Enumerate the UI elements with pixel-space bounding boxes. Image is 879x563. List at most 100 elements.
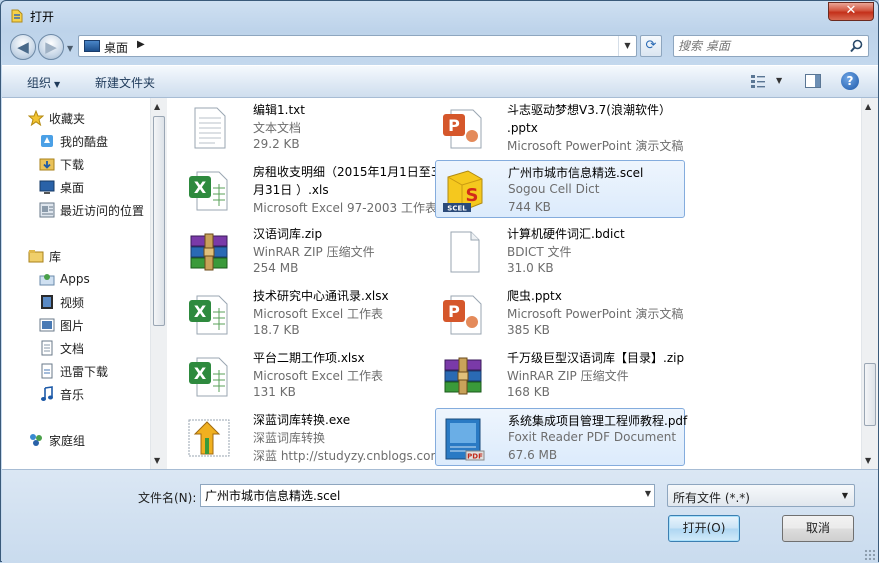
nav-item-apps[interactable]: Apps [39, 269, 90, 289]
filetype-select[interactable]: 所有文件 (*.*) ▼ [667, 484, 855, 507]
nav-scrollbar[interactable]: ▲ ▼ [150, 98, 167, 469]
navigation-pane: 收藏夹 我的酷盘 下载 桌面 最近访问的位置 库 Apps 视频 图片 文档 迅… [2, 98, 167, 469]
nav-item-label: 文档 [60, 341, 85, 356]
file-item[interactable]: 千万级巨型汉语词库【目录】.zip WinRAR ZIP 压缩文件 168 KB [435, 346, 685, 404]
nav-libraries-label: 库 [49, 249, 62, 264]
scroll-down-icon[interactable]: ▼ [154, 456, 160, 465]
file-name-continued: 月31日 ）.xls [253, 183, 329, 197]
file-type: BDICT 文件 [507, 245, 572, 259]
file-item[interactable]: X 房租收支明细（2015年1月1日至3 月31日 ）.xls Microsof… [181, 160, 438, 218]
nav-item-documents[interactable]: 文档 [39, 338, 84, 358]
nav-item-pictures[interactable]: 图片 [39, 315, 84, 335]
svg-text:X: X [194, 302, 207, 321]
svg-text:P: P [448, 302, 460, 321]
chevron-down-icon[interactable]: ▼ [645, 489, 651, 498]
open-button[interactable]: 打开(O) [668, 515, 740, 542]
nav-favorites-label: 收藏夹 [49, 111, 86, 126]
open-file-dialog: 打开 ✕ ◀ ▶ ▼ 桌面 ▶ ▼ ⟳ 组织▼ 新建文件夹 ▼ ? 收藏 [0, 0, 879, 563]
breadcrumb-arrow-icon[interactable]: ▶ [137, 39, 145, 50]
file-item[interactable]: PDF 系统集成项目管理工程师教程.pdf Foxit Reader PDF D… [435, 408, 687, 466]
file-list: 编辑1.txt 文本文档 29.2 KB P 斗志驱动梦想V3.7(浪潮软件） … [167, 98, 878, 469]
nav-item-kupan[interactable]: 我的酷盘 [39, 131, 108, 151]
blank-file-icon [450, 231, 480, 273]
nav-item-videos[interactable]: 视频 [39, 292, 84, 312]
file-size: 385 KB [507, 323, 550, 337]
chevron-down-icon: ▼ [54, 80, 61, 89]
file-item[interactable]: 计算机硬件词汇.bdict BDICT 文件 31.0 KB [435, 222, 685, 280]
svg-text:PDF: PDF [467, 453, 483, 461]
filetype-value: 所有文件 (*.*) [673, 491, 750, 505]
view-dropdown-icon[interactable]: ▼ [776, 76, 782, 85]
file-scroll-thumb[interactable] [864, 363, 876, 426]
nav-homegroup[interactable]: 家庭组 [28, 430, 85, 450]
excel-icon: X [189, 357, 228, 397]
file-item-selected[interactable]: S SCEL 广州市城市信息精选.scel Sogou Cell Dict 74… [435, 160, 685, 218]
help-icon[interactable]: ? [841, 72, 859, 90]
search-box[interactable] [673, 35, 869, 57]
search-input[interactable] [678, 38, 848, 54]
cancel-button[interactable]: 取消 [782, 515, 854, 542]
nav-favorites[interactable]: 收藏夹 [28, 108, 85, 128]
scroll-down-icon[interactable]: ▼ [865, 456, 871, 465]
address-location[interactable]: 桌面 [104, 39, 128, 56]
change-view-icon[interactable] [750, 74, 766, 88]
title-bar: 打开 ✕ [1, 1, 878, 31]
address-dropdown[interactable]: ▼ [618, 36, 636, 56]
pdf-icon: PDF [445, 418, 485, 461]
file-item[interactable]: X 技术研究中心通讯录.xlsx Microsoft Excel 工作表 18.… [181, 284, 431, 342]
forward-button[interactable]: ▶ [38, 34, 64, 60]
address-bar[interactable]: 桌面 ▶ ▼ [78, 35, 637, 57]
nav-libraries[interactable]: 库 [28, 246, 61, 266]
recent-locations-dropdown[interactable]: ▼ [67, 44, 73, 53]
file-type: WinRAR ZIP 压缩文件 [507, 369, 629, 383]
nav-item-label: 音乐 [60, 387, 85, 402]
file-type: Microsoft Excel 工作表 [253, 307, 384, 321]
nav-item-label: 图片 [60, 318, 85, 333]
organize-button[interactable]: 组织 ▼ [27, 74, 60, 91]
file-item[interactable]: 汉语词库.zip WinRAR ZIP 压缩文件 254 MB [181, 222, 431, 280]
chevron-down-icon: ▼ [841, 491, 848, 500]
back-arrow-icon: ◀ [17, 38, 29, 56]
file-item[interactable]: P 斗志驱动梦想V3.7(浪潮软件） .pptx Microsoft Power… [435, 98, 685, 156]
star-icon [28, 110, 44, 126]
file-size: 131 KB [253, 385, 296, 399]
nav-item-label: 迅雷下载 [60, 364, 109, 379]
filename-input[interactable] [205, 488, 625, 502]
nav-item-label: 最近访问的位置 [60, 203, 145, 218]
file-item[interactable]: 编辑1.txt 文本文档 29.2 KB [181, 98, 431, 156]
file-name: 爬虫.pptx [507, 289, 562, 303]
nav-item-music[interactable]: 音乐 [39, 384, 84, 404]
svg-text:P: P [448, 116, 460, 135]
nav-homegroup-label: 家庭组 [49, 433, 86, 448]
nav-item-thunder-downloads[interactable]: 迅雷下载 [39, 361, 108, 381]
file-item[interactable]: X 平台二期工作项.xlsx Microsoft Excel 工作表 131 K… [181, 346, 431, 404]
excel-icon: X [189, 295, 228, 335]
scroll-up-icon[interactable]: ▲ [865, 102, 871, 111]
nav-item-desktop[interactable]: 桌面 [39, 177, 84, 197]
close-button[interactable]: ✕ [828, 2, 874, 21]
resize-grip[interactable] [864, 549, 875, 560]
file-size: 744 KB [508, 200, 551, 214]
preview-pane-icon[interactable] [805, 74, 821, 88]
file-item[interactable]: 深蓝词库转换.exe 深蓝词库转换 深蓝 http://studyzy.cnbl… [181, 408, 442, 466]
back-button[interactable]: ◀ [10, 34, 36, 60]
file-item[interactable]: P 爬虫.pptx Microsoft PowerPoint 演示文稿 385 … [435, 284, 685, 342]
nav-item-recent-places[interactable]: 最近访问的位置 [39, 200, 144, 220]
refresh-button[interactable]: ⟳ [640, 35, 662, 57]
downloads-folder-icon [39, 158, 55, 171]
music-note-icon [41, 386, 53, 401]
file-type: Foxit Reader PDF Document [508, 430, 677, 444]
file-list-scrollbar[interactable]: ▲ ▼ [861, 98, 878, 469]
apps-library-icon [39, 274, 55, 286]
command-toolbar: 组织 ▼ 新建文件夹 ▼ ? [2, 65, 878, 98]
new-folder-button[interactable]: 新建文件夹 [95, 74, 155, 91]
filename-combobox[interactable]: ▼ [200, 484, 655, 507]
nav-item-downloads[interactable]: 下载 [39, 154, 84, 174]
powerpoint-icon: P [443, 109, 482, 149]
window-title: 打开 [30, 10, 55, 24]
svg-text:S: S [466, 185, 479, 206]
scroll-up-icon[interactable]: ▲ [154, 102, 160, 111]
file-name: 汉语词库.zip [253, 227, 323, 241]
nav-scroll-thumb[interactable] [153, 116, 165, 326]
cloud-drive-icon [41, 135, 53, 147]
